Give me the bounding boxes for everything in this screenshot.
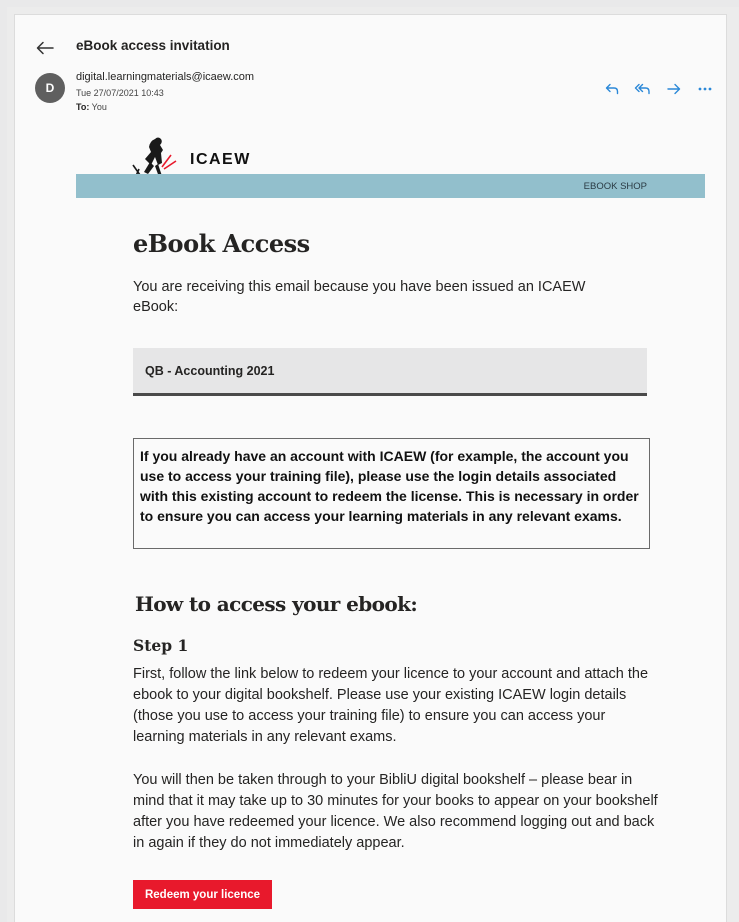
logo-wordmark: ICAEW [190, 151, 251, 168]
step-1-paragraph: First, follow the link below to redeem y… [133, 666, 649, 745]
email-banner: EBOOK SHOP [76, 174, 705, 198]
how-to-heading: How to access your ebook: [135, 592, 418, 616]
message-actions [601, 80, 715, 98]
to-value[interactable]: You [92, 102, 107, 112]
redeem-licence-button[interactable]: Redeem your licence [133, 880, 272, 909]
reply-icon [605, 83, 618, 95]
reply-button[interactable] [601, 80, 622, 98]
bookshelf-paragraph: You will then be taken through to your B… [133, 772, 658, 851]
forward-icon [666, 83, 680, 95]
forward-button[interactable] [663, 80, 684, 98]
more-icon [698, 87, 711, 91]
product-box: QB - Accounting 2021 [133, 348, 647, 396]
sender-avatar[interactable]: D [35, 73, 65, 103]
account-notice: If you already have an account with ICAE… [133, 438, 650, 549]
sender-address[interactable]: digital.learningmaterials@icaew.com [76, 71, 254, 83]
recipient-line: To: You [76, 102, 107, 112]
product-title: QB - Accounting 2021 [145, 363, 275, 378]
message-date: Tue 27/07/2021 10:43 [76, 88, 164, 98]
step-1-heading: Step 1 [133, 636, 189, 655]
ebook-shop-link[interactable]: EBOOK SHOP [584, 181, 647, 192]
back-button[interactable] [34, 37, 56, 59]
mail-reading-pane: eBook access invitation D digital.learni… [7, 7, 739, 922]
to-label: To: [76, 102, 90, 112]
ebook-access-heading: eBook Access [133, 229, 310, 258]
message-card: eBook access invitation D digital.learni… [14, 14, 727, 922]
message-subject: eBook access invitation [76, 38, 230, 53]
back-arrow-icon [36, 41, 54, 55]
reply-all-icon [634, 83, 650, 95]
more-actions-button[interactable] [694, 80, 715, 98]
reply-all-button[interactable] [632, 80, 653, 98]
intro-text: You are receiving this email because you… [133, 279, 586, 315]
